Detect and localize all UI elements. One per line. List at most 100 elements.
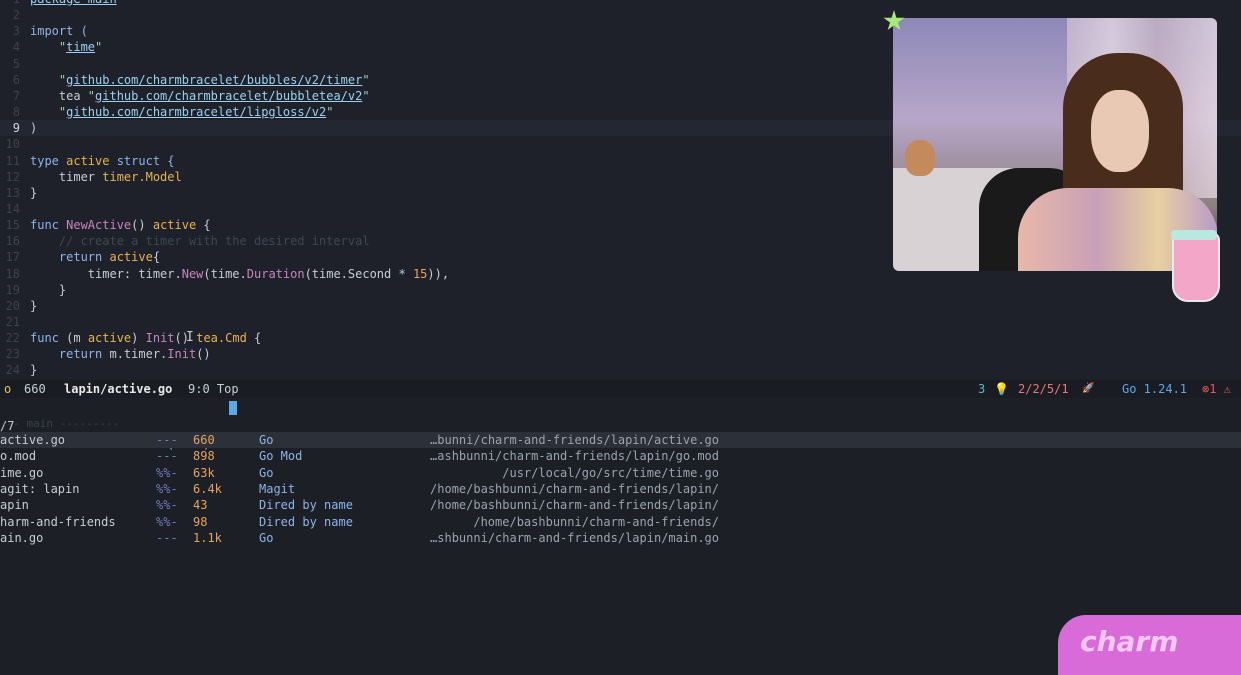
buffer-mode: Dired by name	[259, 514, 353, 529]
code-line[interactable]: 20}	[0, 298, 1241, 314]
streamer-face	[1091, 90, 1149, 172]
code-line[interactable]: 19 }	[0, 282, 1241, 298]
code-text[interactable]: func (m active) Init() tea.Cmd {	[30, 330, 261, 346]
code-text[interactable]: // create a timer with the desired inter…	[30, 233, 370, 249]
buffer-name: active.go	[0, 433, 66, 447]
buffer-candidate[interactable]: ime.go %%- 63k Go/usr/local/go/src/time/tim…	[0, 465, 1241, 481]
line-number: 23	[5, 347, 20, 362]
webcam-overlay	[893, 18, 1217, 271]
buffer-flags: ---	[156, 449, 178, 464]
line-number: 1	[0, 0, 20, 7]
line-number: 13	[5, 185, 20, 200]
code-text[interactable]: "time"	[30, 39, 102, 55]
buffer-path: /home/bashbunni/charm-and-friends/lapin/	[430, 481, 719, 496]
line-number: 15	[5, 218, 20, 233]
code-text[interactable]: "github.com/charmbracelet/bubbles/v2/tim…	[30, 72, 370, 88]
mode-line: o 660 lapin/active.go 9:0 Top 3 💡 2/2/5/…	[0, 380, 1241, 398]
code-text[interactable]: }	[30, 185, 37, 201]
line-number: 2	[12, 8, 20, 23]
code-text[interactable]: func NewActive() active {	[30, 217, 211, 233]
lightbulb-icon[interactable]: 💡	[994, 380, 1009, 398]
line-number: 7	[12, 88, 20, 103]
buffer-path: …bunni/charm-and-friends/lapin/active.go	[430, 433, 719, 447]
line-number: 5	[12, 56, 20, 71]
buffer-filename[interactable]: lapin/active.go	[64, 380, 172, 398]
line-number: 18	[5, 266, 20, 281]
line-number: 14	[5, 201, 20, 216]
buffer-path: /home/bashbunni/charm-and-friends/lapin/	[430, 498, 719, 513]
buffer-candidate[interactable]: agit: lapin %%- 6.4k Magit/home/bashbunni/c…	[0, 481, 1241, 497]
buffer-size: 63k	[193, 465, 215, 480]
buffer-candidate[interactable]: ain.go --- 1.1k Go …shbunni/charm-and-friend…	[0, 530, 1241, 546]
line-number: 17	[5, 250, 20, 265]
minibuffer[interactable]: /7 Switch to buffer (main):	[0, 399, 1241, 451]
line-number: 19	[5, 282, 20, 297]
buffer-mode: Dired by name	[259, 498, 353, 513]
buffer-size: 660	[193, 433, 215, 447]
buffer-name: ain.go	[0, 530, 44, 545]
error-count[interactable]: ⊗1 ⚠	[1202, 380, 1231, 398]
buffer-mode: Go	[259, 530, 274, 545]
code-text[interactable]: }	[30, 362, 37, 378]
line-number: 24	[5, 363, 20, 378]
buffer-size: 1.1k	[193, 530, 222, 545]
code-text[interactable]: timer: timer.New(time.Duration(time.Seco…	[30, 266, 449, 282]
code-line[interactable]: 23 return m.timer.Init()	[0, 346, 1241, 362]
buffer-size: 43	[193, 498, 208, 513]
line-number: 22	[5, 331, 20, 346]
code-text[interactable]: "github.com/charmbracelet/lipgloss/v2"	[30, 104, 334, 120]
rocket-icon: 🚀	[1082, 383, 1095, 394]
code-text[interactable]: return active{	[30, 249, 160, 265]
buffer-candidate[interactable]: apin %%- 43 Dired by name/home/bashbunni/ch…	[0, 497, 1241, 513]
buffer-mode: Magit	[259, 481, 296, 496]
code-text[interactable]: type active struct {	[30, 153, 175, 169]
buffer-flags: %%-	[156, 481, 178, 496]
code-text[interactable]: tea "github.com/charmbracelet/bubbletea/…	[30, 88, 370, 104]
buffer-path: …shbunni/charm-and-friends/lapin/main.go	[430, 530, 719, 545]
buffer-size: 898	[193, 449, 215, 464]
buffer-flags: %%-	[156, 514, 178, 529]
code-text[interactable]: timer timer.Model	[30, 169, 182, 185]
buffer-name: harm-and-friends	[0, 514, 116, 529]
boba-sticker-icon	[1171, 230, 1220, 302]
mouse-ibeam-cursor: I	[186, 330, 194, 345]
code-text[interactable]: }	[30, 298, 37, 314]
buffer-flags: ---	[156, 530, 178, 545]
line-number: 10	[5, 137, 20, 152]
line-number: 3	[12, 24, 20, 39]
line-number: 8	[12, 105, 20, 120]
buffer-name: apin	[0, 498, 29, 513]
buffer-candidate[interactable]: active.go --- 660 Go …bunni/charm-and-friend…	[0, 432, 1241, 448]
text-cursor	[229, 401, 237, 415]
code-text[interactable]: import (	[30, 23, 88, 39]
line-number: 11	[5, 153, 20, 168]
buffer-path: …ashbunni/charm-and-friends/lapin/go.mod	[430, 449, 719, 464]
go-version[interactable]: Go 1.24.1	[1122, 380, 1187, 398]
diagnostic-counts: 2/2/5/1	[1018, 382, 1069, 396]
buffer-candidate[interactable]: o.mod --- 898 Go Mod …ashbunni/charm-and-fri…	[0, 448, 1241, 464]
code-text[interactable]: )	[30, 120, 37, 136]
line-number: 20	[5, 298, 20, 313]
buffer-mode: Go	[259, 465, 274, 480]
cursor-position: 9:0 Top	[188, 382, 239, 396]
lsp-count: 3	[978, 382, 986, 396]
teddy-bear	[905, 140, 935, 176]
buffer-size: 6.4k	[193, 481, 222, 496]
buffer-size: 98	[193, 514, 208, 529]
buffer-flags: %%-	[156, 465, 178, 480]
code-text[interactable]: return m.timer.Init()	[30, 346, 211, 362]
code-text[interactable]: package main	[30, 0, 117, 7]
line-number: 6	[12, 72, 20, 87]
charm-logo: charm	[1058, 615, 1241, 675]
buffer-name: ime.go	[0, 465, 44, 480]
code-line[interactable]: 1 package main	[0, 0, 1241, 7]
modified-indicator: o	[4, 382, 12, 396]
buffer-mode: Go	[259, 433, 274, 447]
code-line[interactable]: 21	[0, 314, 1241, 330]
code-line[interactable]: 24}	[0, 362, 1241, 378]
code-text[interactable]: }	[30, 282, 66, 298]
buffer-path: /usr/local/go/src/time/time.go	[502, 465, 719, 480]
buffer-candidate[interactable]: harm-and-friends %%- 98 Dired by name/home/…	[0, 514, 1241, 530]
buffer-flags: %%-	[156, 498, 178, 513]
line-number: 4	[12, 40, 20, 55]
